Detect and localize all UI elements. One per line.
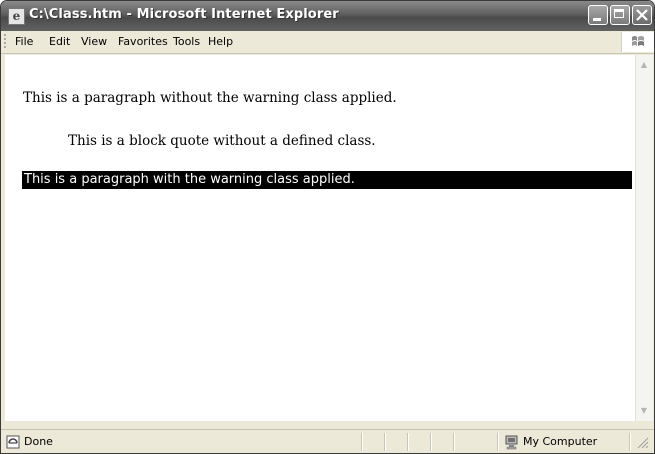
close-button[interactable] <box>632 5 652 25</box>
browser-window: e C:\Class.htm - Microsoft Internet Expl… <box>0 0 655 454</box>
ie-page-icon[interactable]: e <box>8 8 25 25</box>
menu-bar: File Edit View Favorites Tools Help <box>1 31 654 54</box>
status-divider <box>629 433 631 451</box>
status-divider <box>407 433 409 451</box>
security-zone: My Computer <box>523 435 598 448</box>
page-done-icon <box>6 435 20 449</box>
menu-grip[interactable] <box>4 34 6 50</box>
menu-tools[interactable]: Tools <box>173 35 200 48</box>
status-divider <box>453 433 455 451</box>
menu-view[interactable]: View <box>81 35 107 48</box>
my-computer-icon <box>505 435 518 450</box>
throbber <box>621 32 654 52</box>
menu-favorites[interactable]: Favorites <box>118 35 168 48</box>
status-text: Done <box>24 435 53 448</box>
menu-help[interactable]: Help <box>208 35 233 48</box>
status-divider <box>430 433 432 451</box>
status-divider <box>361 433 363 451</box>
maximize-button[interactable] <box>610 5 630 25</box>
page-content[interactable]: This is a paragraph without the warning … <box>5 55 635 421</box>
scroll-up-arrow[interactable]: ▲ <box>636 57 652 73</box>
paragraph-warning: This is a paragraph with the warning cla… <box>22 171 632 189</box>
window-title: C:\Class.htm - Microsoft Internet Explor… <box>29 7 339 22</box>
paragraph-plain: This is a paragraph without the warning … <box>23 90 397 106</box>
menu-edit[interactable]: Edit <box>49 35 70 48</box>
block-quote: This is a block quote without a defined … <box>68 133 376 149</box>
scroll-down-arrow[interactable]: ▼ <box>636 403 652 419</box>
resize-grip-icon[interactable] <box>636 436 650 450</box>
close-icon <box>636 9 648 21</box>
windows-logo-icon <box>632 36 644 46</box>
title-bar[interactable]: e C:\Class.htm - Microsoft Internet Expl… <box>1 1 654 31</box>
status-divider <box>384 433 386 451</box>
menu-file[interactable]: File <box>15 35 33 48</box>
vertical-scrollbar[interactable]: ▲ ▼ <box>635 55 653 421</box>
status-divider <box>497 433 499 451</box>
status-bar: Done My Computer <box>1 429 654 453</box>
minimize-button[interactable] <box>588 5 608 25</box>
